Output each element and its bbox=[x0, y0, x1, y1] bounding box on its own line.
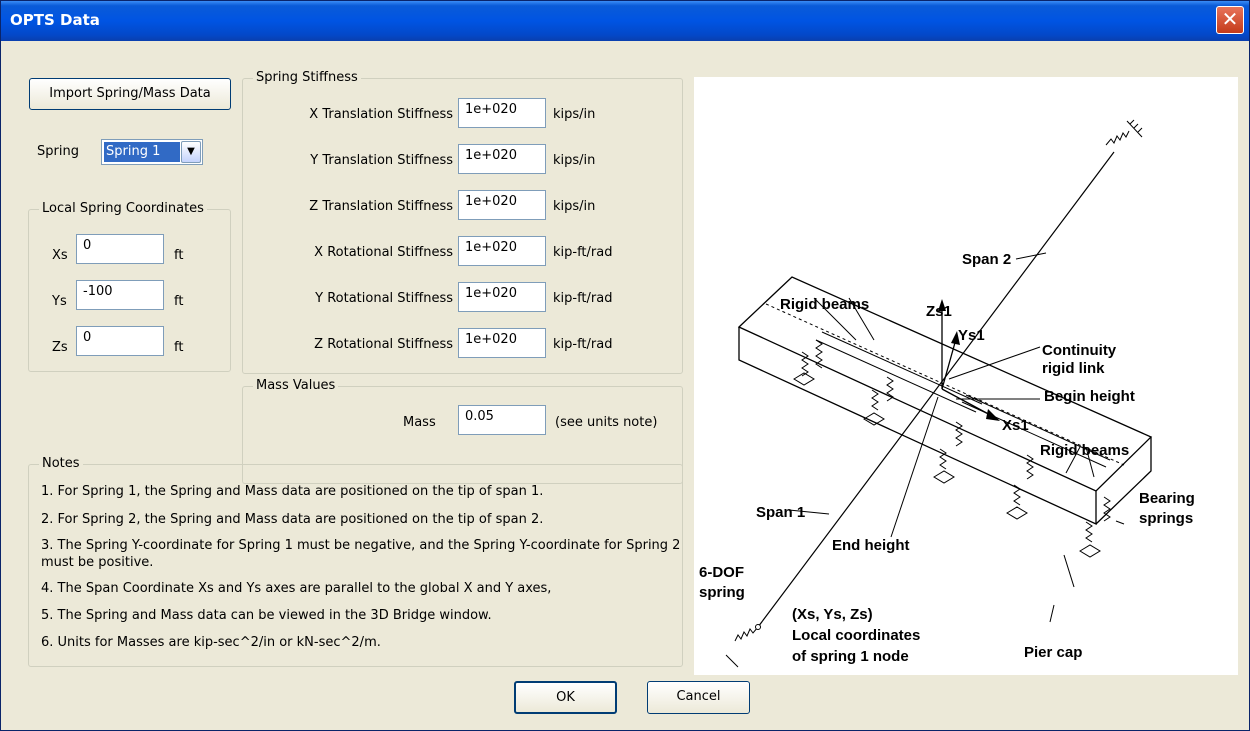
x-rotational-input[interactable]: 1e+020 bbox=[458, 236, 546, 266]
label-coords-3: of spring 1 node bbox=[792, 648, 909, 665]
zs-label: Zs bbox=[52, 340, 68, 355]
label-coords-2: Local coordinates bbox=[792, 627, 920, 644]
note-item: 5. The Spring and Mass data can be viewe… bbox=[41, 608, 492, 623]
xs-label: Xs bbox=[52, 248, 68, 263]
label-6dof-2: spring bbox=[699, 584, 745, 601]
top-ground bbox=[1126, 120, 1143, 138]
zs-unit: ft bbox=[174, 340, 184, 355]
z-translation-label: Z Translation Stiffness bbox=[309, 199, 453, 214]
label-ys1: Ys1 bbox=[958, 327, 985, 344]
x-translation-unit: kips/in bbox=[553, 107, 596, 122]
window-title: OPTS Data bbox=[10, 11, 100, 29]
label-rigid-beams-top: Rigid beams bbox=[780, 296, 869, 313]
z-rotational-input[interactable]: 1e+020 bbox=[458, 328, 546, 358]
pier-cap-diagram-svg: Span 2 Rigid beams Zs1 Ys1 Continuity ri… bbox=[699, 119, 1195, 668]
y-translation-input[interactable]: 1e+020 bbox=[458, 144, 546, 174]
z-translation-unit: kips/in bbox=[553, 199, 596, 214]
rigid-beam bbox=[815, 339, 977, 413]
label-bearing-2: springs bbox=[1139, 510, 1193, 527]
notes-legend: Notes bbox=[39, 456, 83, 471]
xs1-arrow bbox=[986, 409, 1000, 421]
z-translation-input[interactable]: 1e+020 bbox=[458, 190, 546, 220]
label-continuity-2: rigid link bbox=[1042, 360, 1105, 377]
x-rotational-label: X Rotational Stiffness bbox=[314, 245, 453, 260]
label-span2: Span 2 bbox=[962, 251, 1011, 268]
pier-cap-leader bbox=[1049, 604, 1055, 623]
y-translation-label: Y Translation Stiffness bbox=[310, 153, 453, 168]
label-continuity-1: Continuity bbox=[1042, 342, 1117, 359]
label-coords-1: (Xs, Ys, Zs) bbox=[792, 606, 873, 623]
mass-values-legend: Mass Values bbox=[253, 378, 339, 393]
spring-select-value: Spring 1 bbox=[104, 142, 180, 162]
label-bearing-1: Bearing bbox=[1139, 490, 1195, 507]
x-rotational-unit: kip-ft/rad bbox=[553, 245, 613, 260]
opts-data-dialog: OPTS Data ✕ Import Spring/Mass Data Spri… bbox=[0, 0, 1250, 731]
spring-node bbox=[755, 624, 761, 630]
spring-stiffness-group: Spring Stiffness X Translation Stiffness… bbox=[242, 70, 683, 374]
title-bar[interactable]: OPTS Data ✕ bbox=[1, 1, 1249, 41]
spring-diagram: Span 2 Rigid beams Zs1 Ys1 Continuity ri… bbox=[694, 77, 1238, 675]
dialog-body: Import Spring/Mass Data Spring Spring 1 … bbox=[1, 41, 1249, 730]
xs-input[interactable]: 0 bbox=[76, 234, 164, 264]
z-rotational-unit: kip-ft/rad bbox=[553, 337, 613, 352]
spring-select[interactable]: Spring 1 ▼ bbox=[101, 139, 203, 165]
y-translation-unit: kips/in bbox=[553, 153, 596, 168]
note-item: 3. The Spring Y-coordinate for Spring 1 … bbox=[41, 538, 681, 570]
label-span1: Span 1 bbox=[756, 504, 805, 521]
top-spring bbox=[1105, 130, 1130, 146]
import-spring-mass-button[interactable]: Import Spring/Mass Data bbox=[29, 78, 231, 110]
y-rotational-label: Y Rotational Stiffness bbox=[315, 291, 453, 306]
y-rotational-input[interactable]: 1e+020 bbox=[458, 282, 546, 312]
bearing-leader bbox=[1063, 554, 1075, 588]
local-coordinates-group: Local Spring Coordinates Xs 0 ft Ys -100… bbox=[28, 201, 231, 372]
label-end-height: End height bbox=[832, 537, 910, 554]
spring-label: Spring bbox=[37, 144, 79, 159]
center-dashed-line bbox=[765, 303, 1125, 466]
mass-label: Mass bbox=[403, 415, 436, 430]
label-begin-height: Begin height bbox=[1044, 388, 1135, 405]
note-item: 1. For Spring 1, the Spring and Mass dat… bbox=[41, 484, 544, 499]
label-6dof-1: 6-DOF bbox=[699, 564, 744, 581]
span2-leader bbox=[1015, 252, 1047, 260]
mass-input[interactable]: 0.05 bbox=[458, 405, 546, 435]
ys-unit: ft bbox=[174, 294, 184, 309]
chevron-down-icon[interactable]: ▼ bbox=[181, 141, 201, 163]
xs-unit: ft bbox=[174, 248, 184, 263]
note-item: 2. For Spring 2, the Spring and Mass dat… bbox=[41, 512, 544, 527]
label-xs1: Xs1 bbox=[1002, 417, 1029, 434]
mass-unit: (see units note) bbox=[555, 415, 658, 430]
ys-input[interactable]: -100 bbox=[76, 280, 164, 310]
bottom-ground bbox=[725, 654, 739, 668]
label-rigid-beams-right: Rigid beams bbox=[1040, 442, 1129, 459]
bearing-springs-leader bbox=[1115, 520, 1125, 525]
note-item: 4. The Span Coordinate Xs and Ys axes ar… bbox=[41, 581, 552, 596]
notes-group: Notes 1. For Spring 1, the Spring and Ma… bbox=[28, 456, 683, 667]
local-coordinates-legend: Local Spring Coordinates bbox=[39, 201, 207, 216]
label-zs1: Zs1 bbox=[926, 303, 952, 320]
spring-stiffness-legend: Spring Stiffness bbox=[253, 70, 361, 85]
x-translation-input[interactable]: 1e+020 bbox=[458, 98, 546, 128]
close-button[interactable]: ✕ bbox=[1216, 6, 1244, 34]
zs-input[interactable]: 0 bbox=[76, 326, 164, 356]
cancel-button[interactable]: Cancel bbox=[647, 681, 750, 714]
ys-label: Ys bbox=[52, 294, 67, 309]
z-rotational-label: Z Rotational Stiffness bbox=[314, 337, 453, 352]
note-item: 6. Units for Masses are kip-sec^2/in or … bbox=[41, 635, 381, 650]
x-translation-label: X Translation Stiffness bbox=[309, 107, 453, 122]
ok-button[interactable]: OK bbox=[514, 681, 617, 714]
label-pier-cap: Pier cap bbox=[1024, 644, 1082, 661]
bottom-spring bbox=[734, 626, 759, 642]
continuity-leader bbox=[948, 346, 1041, 380]
y-rotational-unit: kip-ft/rad bbox=[553, 291, 613, 306]
